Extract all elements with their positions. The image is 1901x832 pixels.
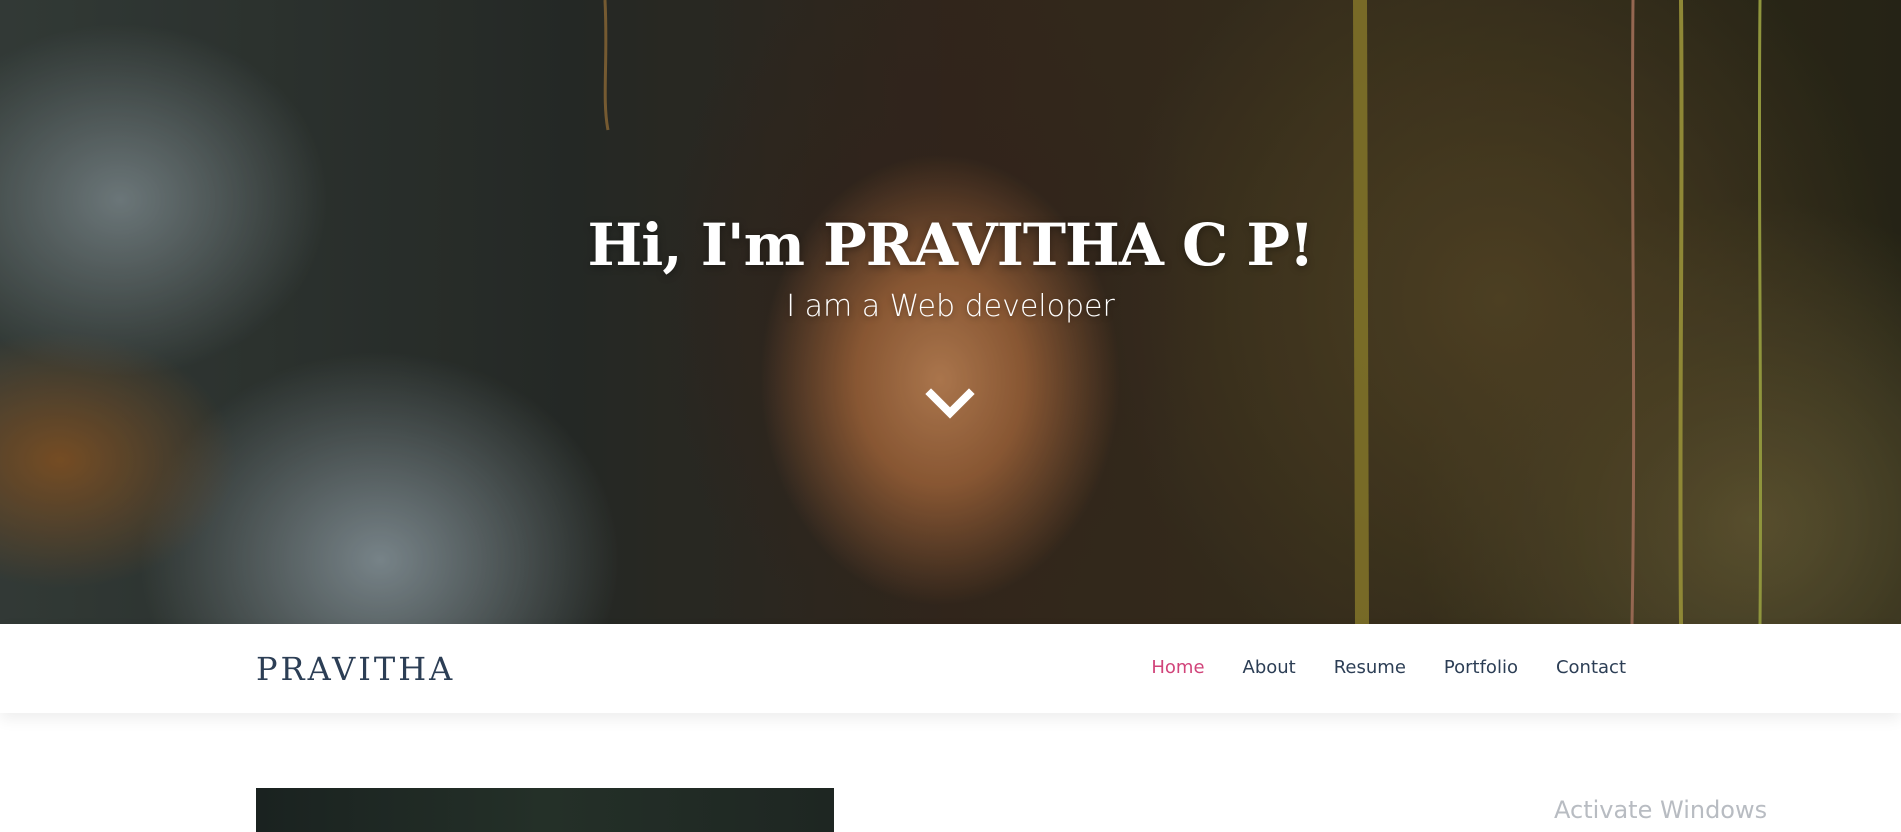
nav-item-about[interactable]: About (1243, 657, 1296, 679)
activate-windows-watermark: Activate Windows (1554, 796, 1768, 824)
hero-subtitle: I am a Web developer (786, 289, 1115, 324)
hero-banner: Hi, I'm PRAVITHA C P! I am a Web develop… (0, 0, 1901, 624)
hero-title: Hi, I'm PRAVITHA C P! (587, 211, 1315, 279)
nav-item-contact[interactable]: Contact (1556, 657, 1626, 679)
main-navbar: PRAVITHA Home About Resume Portfolio Con… (0, 624, 1901, 713)
nav-item-home[interactable]: Home (1151, 657, 1204, 679)
brand-logo[interactable]: PRAVITHA (256, 648, 455, 690)
chevron-down-icon[interactable] (925, 388, 975, 420)
nav-item-resume[interactable]: Resume (1334, 657, 1406, 679)
nav-menu: Home About Resume Portfolio Contact (1151, 657, 1626, 679)
nav-item-portfolio[interactable]: Portfolio (1444, 657, 1518, 679)
about-image (256, 788, 834, 832)
hero-content: Hi, I'm PRAVITHA C P! I am a Web develop… (0, 205, 1901, 327)
